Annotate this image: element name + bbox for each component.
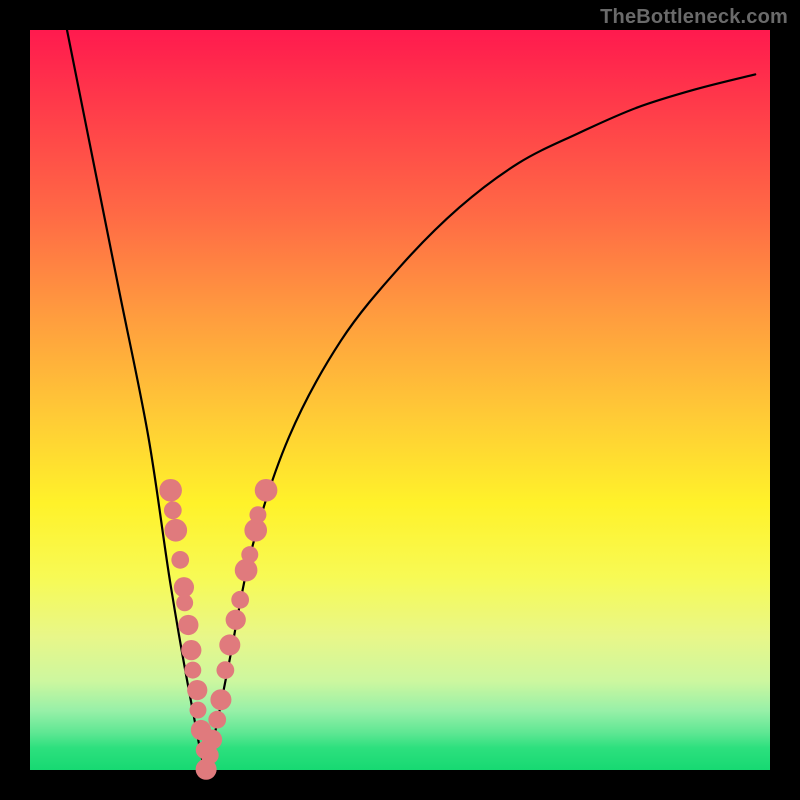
- bead-dot: [231, 591, 249, 609]
- bead-dot: [208, 711, 226, 729]
- bead-dot: [187, 680, 207, 700]
- bead-dot: [241, 546, 258, 563]
- bead-dot: [219, 634, 240, 655]
- bead-dot: [210, 689, 231, 710]
- bead-dot: [216, 661, 234, 679]
- bead-dot: [164, 501, 182, 519]
- bead-dot: [202, 730, 222, 750]
- bead-dot: [159, 479, 182, 502]
- bead-dot: [181, 640, 201, 660]
- bead-dot: [174, 577, 194, 597]
- bottleneck-curve-path: [67, 30, 755, 770]
- bead-dot: [249, 506, 266, 523]
- chart-svg: [30, 30, 770, 770]
- bead-dot: [255, 479, 278, 502]
- bead-dot: [226, 610, 246, 630]
- bead-dot: [164, 519, 187, 542]
- bead-dot: [184, 662, 201, 679]
- bead-dot: [178, 615, 198, 635]
- attribution-label: TheBottleneck.com: [600, 6, 788, 29]
- bead-dot: [176, 594, 193, 611]
- bead-dot: [171, 551, 189, 569]
- bead-dot: [190, 702, 207, 719]
